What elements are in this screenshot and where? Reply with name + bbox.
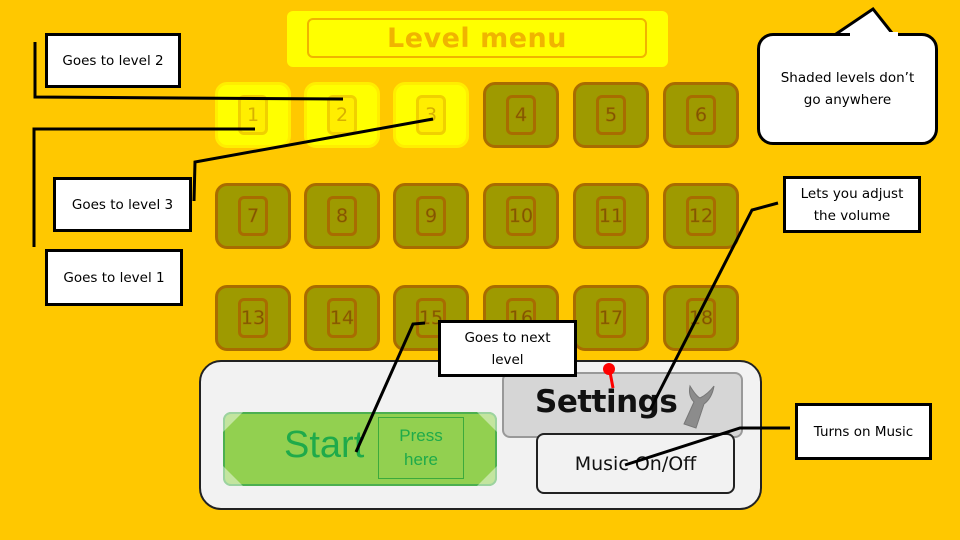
press-label: Press [399, 426, 443, 445]
level-tile-9[interactable]: 9 [393, 183, 469, 249]
level-tile-14[interactable]: 14 [304, 285, 380, 351]
wrench-icon[interactable] [676, 382, 720, 432]
callout-text: level [491, 351, 524, 368]
level-tile-1[interactable]: 1 [215, 82, 291, 148]
callout-text: Turns on Music [813, 423, 914, 440]
level-tile-17[interactable]: 17 [573, 285, 649, 351]
level-tile-12[interactable]: 12 [663, 183, 739, 249]
level-number: 4 [506, 95, 536, 135]
callout-text: Goes to level 3 [71, 196, 174, 213]
level-number: 6 [686, 95, 716, 135]
level-tile-18[interactable]: 18 [663, 285, 739, 351]
level-tile-8[interactable]: 8 [304, 183, 380, 249]
corner-decoration [223, 466, 243, 486]
callout-text: Goes to next [464, 329, 551, 346]
callout-goes-to-level-1: Goes to level 1 [45, 249, 183, 306]
level-tile-2[interactable]: 2 [304, 82, 380, 148]
music-toggle-button[interactable]: Music On/Off [536, 433, 735, 494]
level-number: 7 [238, 196, 268, 236]
level-number: 14 [327, 298, 357, 338]
corner-decoration [477, 412, 497, 432]
level-tile-11[interactable]: 11 [573, 183, 649, 249]
level-number: 5 [596, 95, 626, 135]
level-number: 1 [238, 95, 268, 135]
callout-text: Lets you adjust the volume [800, 185, 904, 224]
level-number: 13 [238, 298, 268, 338]
level-tile-7[interactable]: 7 [215, 183, 291, 249]
level-tile-4[interactable]: 4 [483, 82, 559, 148]
level-tile-5[interactable]: 5 [573, 82, 649, 148]
here-label: here [403, 450, 439, 469]
level-tile-3[interactable]: 3 [393, 82, 469, 148]
callout-turns-on-music: Turns on Music [795, 403, 932, 460]
red-pin-icon [603, 363, 615, 389]
start-label[interactable]: Start [284, 424, 364, 467]
level-number: 18 [686, 298, 716, 338]
level-number: 9 [416, 196, 446, 236]
level-number: 2 [327, 95, 357, 135]
level-tile-13[interactable]: 13 [215, 285, 291, 351]
level-number: 17 [596, 298, 626, 338]
press-here-box[interactable]: Press here [378, 417, 464, 479]
callout-text: Goes to level 2 [62, 52, 164, 69]
callout-shaded-levels: Shaded levels don’t go anywhere [757, 33, 938, 145]
callout-adjust-volume: Lets you adjust the volume [783, 176, 921, 233]
page-title: Level menu [307, 18, 647, 58]
level-number: 11 [596, 196, 626, 236]
level-number: 12 [686, 196, 716, 236]
callout-goes-to-level-2: Goes to level 2 [45, 33, 181, 88]
callout-text: Shaded levels don’t go anywhere [780, 70, 915, 108]
callout-next-level: Goes to next level [438, 320, 577, 377]
callout-goes-to-level-3: Goes to level 3 [53, 177, 192, 232]
speech-bubble-tail-cover [850, 32, 898, 38]
level-tile-10[interactable]: 10 [483, 183, 559, 249]
level-number: 10 [506, 196, 536, 236]
level-tile-6[interactable]: 6 [663, 82, 739, 148]
level-number: 3 [416, 95, 446, 135]
corner-decoration [223, 412, 243, 432]
corner-decoration [477, 466, 497, 486]
callout-text: Goes to level 1 [63, 269, 165, 286]
level-number: 8 [327, 196, 357, 236]
